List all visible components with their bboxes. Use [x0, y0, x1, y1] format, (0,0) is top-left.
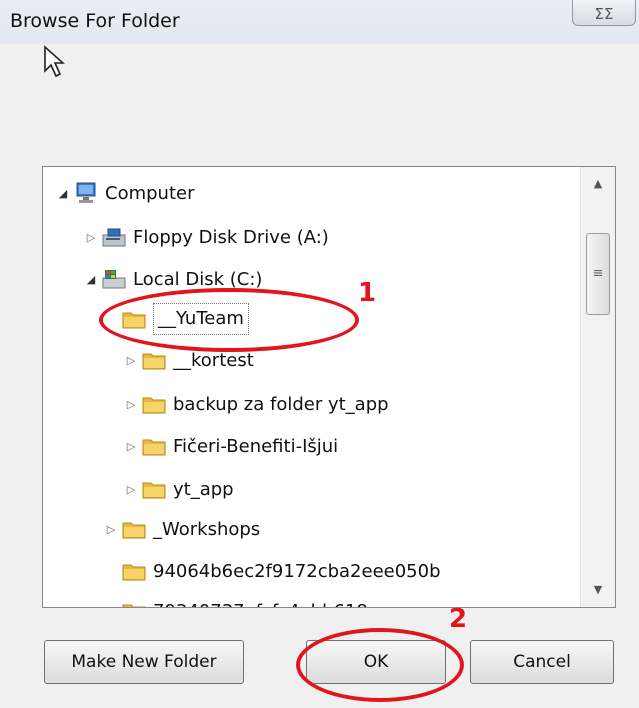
tree-item-label: 94064b6ec2f9172cba2eee050b: [153, 560, 441, 582]
tree-item-label: __kortest: [173, 349, 254, 371]
tree-item-workshops[interactable]: ▷ _Workshops: [101, 511, 260, 547]
expander-collapsed-icon[interactable]: ▷: [81, 231, 101, 244]
tree-item-computer[interactable]: ◢ Computer: [53, 175, 194, 211]
annotation-number-1: 1: [358, 278, 377, 308]
tree-item-label: yt_app: [173, 478, 234, 500]
computer-icon: [76, 182, 96, 203]
folder-icon: [142, 482, 166, 499]
folder-icon: [142, 439, 166, 456]
close-button[interactable]: ΣΣ: [572, 0, 636, 26]
tree-item-folder-94064[interactable]: 94064b6ec2f9172cba2eee050b: [121, 553, 441, 589]
floppy-drive-icon: [102, 228, 126, 247]
vertical-scrollbar[interactable]: ▲ ≡ ▼: [580, 167, 615, 607]
local-disk-icon: [102, 270, 126, 289]
folder-icon: [142, 353, 166, 370]
expander-collapsed-icon[interactable]: ▷: [121, 440, 141, 453]
folder-icon: [142, 397, 166, 414]
tree-item-label: Local Disk (C:): [133, 268, 263, 290]
scrollbar-thumb[interactable]: ≡: [586, 233, 610, 315]
expander-collapsed-icon[interactable]: ▷: [121, 398, 141, 411]
tree-item-folder-79340[interactable]: 79340737afcfc4ebb618: [121, 593, 368, 608]
tree-item-label: _Workshops: [153, 518, 261, 540]
make-new-folder-button[interactable]: Make New Folder: [44, 640, 244, 684]
expander-collapsed-icon[interactable]: ▷: [121, 354, 141, 367]
window-title: Browse For Folder: [10, 10, 180, 32]
tree-item-ficeri[interactable]: ▷ Fičeri-Benefiti-Išjui: [121, 428, 338, 464]
scroll-down-arrow-icon[interactable]: ▼: [581, 573, 615, 607]
tree-item-floppy[interactable]: ▷ Floppy Disk Drive (A:): [81, 219, 329, 255]
annotation-number-2: 2: [449, 604, 468, 634]
tree-item-yt-app[interactable]: ▷ yt_app: [121, 471, 234, 507]
expander-expanded-icon[interactable]: ◢: [81, 273, 101, 286]
title-bar: Browse For Folder ΣΣ: [0, 0, 639, 44]
folder-icon: [122, 564, 146, 581]
scroll-up-arrow-icon[interactable]: ▲: [581, 167, 615, 201]
tree-item-label: Floppy Disk Drive (A:): [133, 226, 329, 248]
mouse-cursor-icon: [44, 45, 65, 78]
expander-collapsed-icon[interactable]: ▷: [121, 483, 141, 496]
annotation-ellipse-2: [296, 628, 464, 702]
tree-item-label: Fičeri-Benefiti-Išjui: [173, 435, 339, 457]
cancel-button[interactable]: Cancel: [470, 640, 614, 684]
annotation-ellipse-1: [99, 288, 359, 352]
folder-icon: [122, 522, 146, 539]
tree-item-backup[interactable]: ▷ backup za folder yt_app: [121, 386, 389, 422]
expander-collapsed-icon[interactable]: ▷: [101, 523, 121, 536]
folder-tree[interactable]: ◢ Computer ▷ Floppy Disk Drive (A:) ◢ Lo…: [42, 166, 616, 608]
tree-item-label: backup za folder yt_app: [173, 393, 389, 415]
folder-icon: [122, 604, 146, 607]
tree-item-label: 79340737afcfc4ebb618: [153, 601, 368, 608]
tree-item-label: Computer: [105, 182, 195, 204]
expander-expanded-icon[interactable]: ◢: [53, 187, 73, 200]
